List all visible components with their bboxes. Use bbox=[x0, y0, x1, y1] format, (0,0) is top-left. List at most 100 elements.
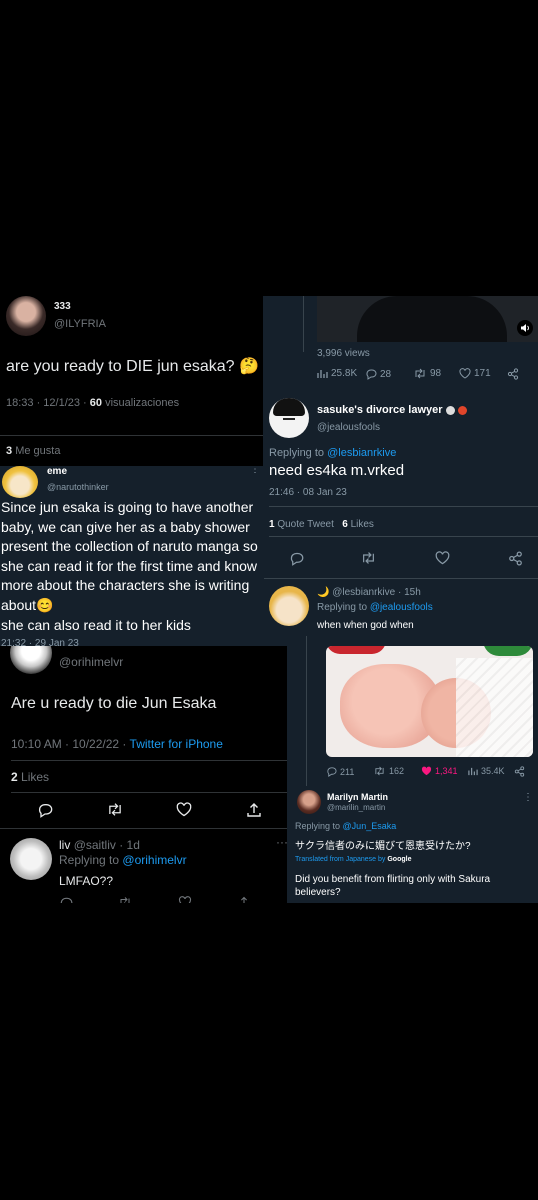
handle[interactable]: @jealousfools bbox=[317, 422, 380, 433]
display-name[interactable]: eme bbox=[47, 466, 67, 477]
tweet-text: are you ready to DIE jun esaka? 🤔 bbox=[6, 356, 259, 376]
heart-icon[interactable] bbox=[435, 551, 450, 565]
avatar[interactable] bbox=[10, 646, 52, 674]
replying-to: Replying to @jealousfools bbox=[317, 602, 433, 613]
views-stat[interactable]: 25.8K bbox=[317, 368, 357, 379]
replying-handle-link[interactable]: @lesbianrkive bbox=[327, 447, 396, 459]
display-name[interactable]: liv bbox=[59, 838, 70, 852]
retweet-stat[interactable]: 98 bbox=[413, 368, 441, 379]
handle[interactable]: @orihimelvr bbox=[59, 655, 123, 669]
handle[interactable]: @ILYFRIA bbox=[54, 318, 106, 330]
moon-emoji: 🌙 bbox=[317, 587, 330, 598]
tweet-text-body: are you ready to DIE jun esaka? bbox=[6, 358, 235, 375]
tweet-text: need es4ka m.vrked bbox=[269, 462, 405, 479]
views-label: visualizaciones bbox=[105, 397, 180, 409]
reply-stat[interactable]: 28 bbox=[365, 368, 391, 380]
reply-icon[interactable] bbox=[37, 802, 53, 818]
timestamp-cut[interactable]: 21:32 · 29 Jan 23 bbox=[1, 638, 79, 646]
translated-by[interactable]: Translated from Japanese by Google bbox=[295, 856, 411, 863]
reply-handle[interactable]: @saitliv · 1d bbox=[74, 838, 140, 852]
avatar[interactable] bbox=[269, 586, 309, 626]
replying-prefix: Replying to bbox=[317, 602, 368, 613]
share-icon[interactable] bbox=[514, 766, 525, 777]
heart-icon[interactable] bbox=[176, 802, 192, 817]
retweet-icon[interactable] bbox=[106, 802, 124, 817]
replying-prefix: Replying to bbox=[59, 853, 120, 867]
replying-handle-link[interactable]: @orihimelvr bbox=[122, 853, 186, 867]
share-icon[interactable] bbox=[507, 368, 519, 380]
retweet-stat-value: 98 bbox=[430, 368, 442, 379]
tweet-meta: 18:33 · 12/1/23 · 60 visualizaciones bbox=[6, 397, 179, 409]
action-bar: 211 162 1,341 35.4K bbox=[326, 766, 536, 780]
likes-label: Likes bbox=[21, 770, 50, 784]
avatar[interactable] bbox=[6, 296, 46, 336]
share-icon[interactable] bbox=[238, 896, 250, 903]
likes-count: 3 bbox=[6, 445, 13, 457]
heart-icon[interactable] bbox=[178, 896, 192, 903]
likes-label: Me gusta bbox=[15, 445, 61, 457]
retweet-icon[interactable] bbox=[118, 896, 132, 903]
avatar[interactable] bbox=[297, 790, 321, 814]
video-thumbnail[interactable] bbox=[317, 296, 538, 342]
analytics-icon bbox=[317, 370, 328, 378]
replying-to: Replying to @Jun_Esaka bbox=[295, 821, 396, 831]
display-name-row[interactable]: sasuke's divorce lawyer bbox=[317, 404, 467, 416]
handle[interactable]: @narutothinker bbox=[47, 482, 109, 492]
reply-stat[interactable]: 211 bbox=[326, 766, 354, 777]
timestamp[interactable]: 18:33 · 12/1/23 · bbox=[6, 397, 87, 409]
timestamp[interactable]: 21:46 · 08 Jan 23 bbox=[269, 487, 347, 498]
likes-summary[interactable]: 2 Likes bbox=[11, 770, 49, 784]
tweet-text: Since jun esaka is going to have another… bbox=[1, 498, 263, 635]
like-stat-liked[interactable]: 1,341 bbox=[421, 766, 458, 776]
retweet-icon[interactable] bbox=[360, 551, 377, 565]
translator-brand: Google bbox=[387, 856, 412, 863]
translated-prefix: Translated from Japanese by bbox=[295, 856, 386, 863]
display-name[interactable]: 333 bbox=[54, 301, 71, 312]
tweet-text-translation: Did you benefit from flirting only with … bbox=[295, 874, 491, 898]
speaker-icon[interactable] bbox=[517, 320, 533, 336]
display-name: sasuke's divorce lawyer bbox=[317, 404, 443, 416]
tweet-actions bbox=[263, 551, 538, 569]
views-stat[interactable]: 35.4K bbox=[468, 766, 505, 776]
replying-prefix: Replying to bbox=[269, 447, 325, 459]
more-icon[interactable]: ⋮ bbox=[250, 466, 260, 475]
more-icon[interactable]: ··· bbox=[276, 835, 287, 849]
tweet-meta: 10:10 AM · 10/22/22 · Twitter for iPhone bbox=[11, 737, 223, 751]
more-icon[interactable]: ⋮ bbox=[523, 792, 533, 803]
reply-header: liv @saitliv · 1d bbox=[59, 838, 140, 852]
video-views: 3,996 views bbox=[317, 348, 370, 359]
badge-icons bbox=[457, 405, 467, 415]
timestamp[interactable]: 10:10 AM · 10/22/22 · bbox=[11, 737, 126, 751]
handle[interactable]: @marilin_martin bbox=[327, 803, 385, 812]
avatar[interactable] bbox=[269, 398, 309, 438]
display-name[interactable]: Marilyn Martin bbox=[327, 792, 388, 802]
quote-label[interactable]: Quote Tweet bbox=[277, 519, 334, 530]
likes-summary[interactable]: 3 Me gusta bbox=[6, 445, 60, 457]
heart-icon bbox=[459, 368, 471, 379]
media-image[interactable] bbox=[326, 646, 533, 757]
replying-handle-link[interactable]: @jealousfools bbox=[370, 602, 433, 613]
like-stat[interactable]: 171 bbox=[459, 368, 491, 379]
likes-label[interactable]: Likes bbox=[351, 519, 374, 530]
thinking-emoji: 🤔 bbox=[239, 358, 259, 375]
tweet-orihimelvr: @orihimelvr Are u ready to die Jun Esaka… bbox=[0, 646, 287, 903]
quote-count[interactable]: 1 bbox=[269, 519, 275, 530]
reply-stat-value: 211 bbox=[340, 766, 355, 777]
replying-handle-link[interactable]: @Jun_Esaka bbox=[343, 821, 397, 831]
replying-prefix: Replying to bbox=[295, 821, 341, 831]
tweet-jealousfools: 3,996 views 25.8K 28 98 171 sasuke's div… bbox=[263, 296, 538, 646]
tweet-text: Are u ready to die Jun Esaka bbox=[11, 695, 217, 712]
share-icon[interactable] bbox=[246, 802, 262, 818]
reply-icon[interactable] bbox=[289, 551, 304, 566]
reply-icon[interactable] bbox=[59, 896, 73, 903]
share-icon[interactable] bbox=[508, 551, 523, 566]
reply-handle[interactable]: @lesbianrkive · 15h bbox=[332, 587, 421, 598]
tweet-text-body: Since jun esaka is going to have another… bbox=[1, 499, 258, 613]
avatar[interactable] bbox=[2, 466, 38, 498]
likes-count[interactable]: 6 bbox=[342, 519, 348, 530]
avatar[interactable] bbox=[10, 838, 52, 880]
source-link[interactable]: Twitter for iPhone bbox=[130, 737, 223, 751]
reply-icon bbox=[327, 767, 337, 777]
views-stat-value: 25.8K bbox=[331, 368, 358, 379]
retweet-stat[interactable]: 162 bbox=[373, 766, 404, 776]
